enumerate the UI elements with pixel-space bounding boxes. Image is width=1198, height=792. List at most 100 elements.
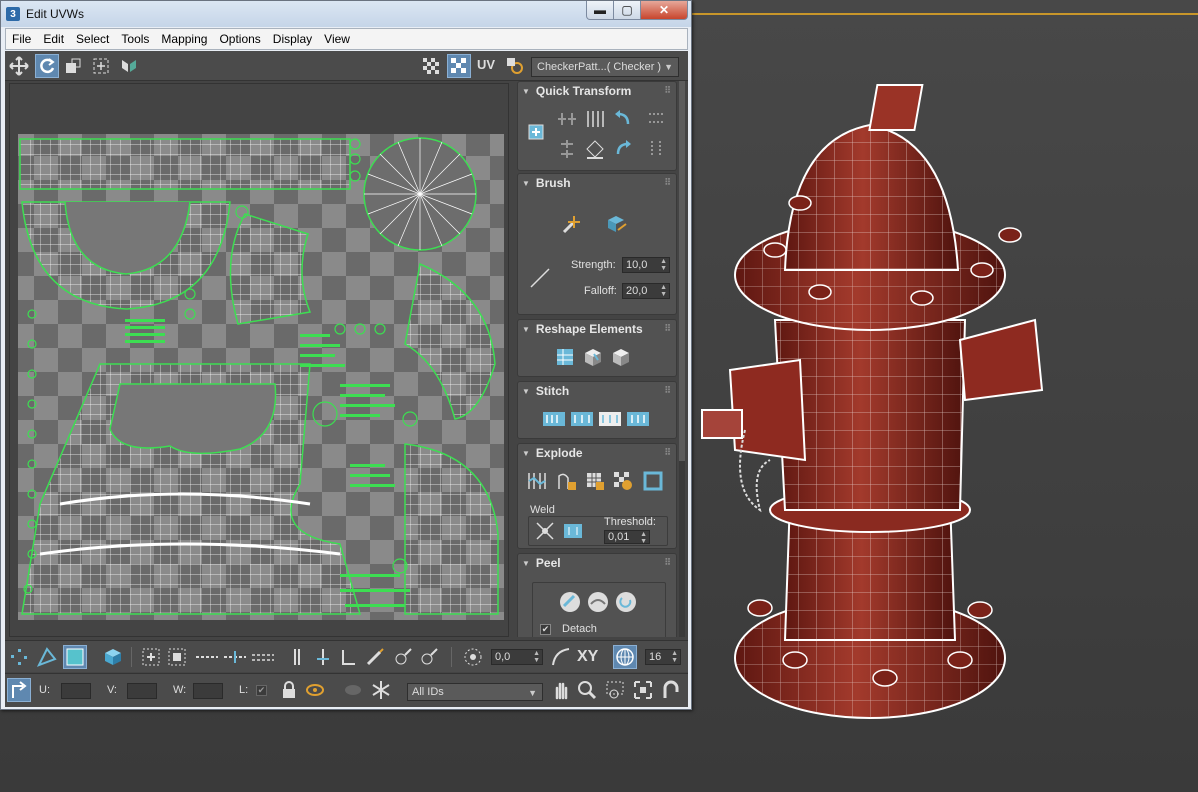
rotate-cw-button[interactable] (612, 138, 634, 160)
edit-uvws-window[interactable]: 3 Edit UVWs ▬ ▢ ✕ File Edit Select Tools… (0, 0, 692, 710)
stitch-average-button[interactable] (570, 408, 593, 430)
lock-selection-button[interactable] (277, 678, 301, 702)
paint-move-button[interactable] (560, 212, 582, 234)
weld-selected-button[interactable] (534, 520, 556, 542)
close-button[interactable]: ✕ (640, 1, 688, 20)
align-pivot-button[interactable] (526, 122, 548, 144)
falloff-curve-button[interactable] (549, 645, 573, 669)
zoom-button[interactable] (575, 678, 599, 702)
rollout-peel-header[interactable]: ▼ Peel ⠿ (518, 554, 676, 572)
scale-tool-button[interactable] (61, 54, 85, 78)
quick-peel-button[interactable] (558, 590, 580, 612)
scrollbar-thumb[interactable] (679, 81, 685, 461)
soft-selection-spinner[interactable]: 0,0 ▲ ▼ (491, 649, 543, 665)
align-horizontal-button[interactable] (556, 108, 578, 130)
edge-mode-button[interactable] (35, 645, 59, 669)
menu-view[interactable]: View (318, 32, 356, 46)
menu-display[interactable]: Display (267, 32, 318, 46)
align-vertical-button[interactable] (556, 138, 578, 160)
break-button[interactable] (526, 470, 548, 492)
shrink-selection-button[interactable] (165, 645, 189, 669)
checker-pattern-button[interactable] (419, 54, 443, 78)
zoom-extents-button[interactable] (631, 678, 655, 702)
rollout-quick-transform-header[interactable]: ▼ Quick Transform ⠿ (518, 82, 676, 100)
threshold-spinner[interactable]: 0,01 ▲ ▼ (604, 530, 650, 545)
shrink-ring-button[interactable] (337, 645, 361, 669)
rotate-ccw-button[interactable] (612, 108, 634, 130)
absolute-offset-toggle[interactable] (7, 678, 31, 702)
freeze-button[interactable] (369, 678, 393, 702)
relax-settings-button[interactable] (610, 346, 632, 368)
flatten-by-smoothing-button[interactable] (612, 470, 634, 492)
stitch-source-button[interactable] (598, 408, 621, 430)
show-map-button[interactable] (447, 54, 471, 78)
menu-edit[interactable]: Edit (37, 32, 70, 46)
detach-edge-button[interactable] (556, 470, 578, 492)
freeform-tool-button[interactable] (89, 54, 113, 78)
vertex-mode-button[interactable] (7, 645, 31, 669)
panel-scrollbar[interactable] (679, 81, 685, 637)
uv-label[interactable]: UV (477, 57, 495, 72)
texture-settings-button[interactable] (503, 54, 527, 78)
shrink-loop-button[interactable] (251, 645, 275, 669)
falloff-spinner[interactable]: 20,0 ▲ ▼ (622, 283, 670, 299)
detach-checkbox[interactable]: ✔ (540, 624, 551, 635)
paint-grow-button[interactable] (391, 645, 415, 669)
xy-space-button[interactable]: XY (577, 648, 598, 666)
zoom-region-button[interactable] (603, 678, 627, 702)
mirror-tool-button[interactable] (117, 54, 141, 78)
w-field[interactable] (193, 683, 223, 699)
grid-subdivision-spinner[interactable]: 16 ▲ ▼ (645, 649, 681, 665)
unhide-button[interactable] (341, 678, 365, 702)
menu-options[interactable]: Options (213, 32, 266, 46)
element-mode-button[interactable] (101, 645, 125, 669)
snap-button[interactable] (659, 678, 683, 702)
window-titlebar[interactable]: 3 Edit UVWs ▬ ▢ ✕ (1, 1, 691, 27)
grow-ring-button[interactable] (311, 645, 335, 669)
maximize-button[interactable]: ▢ (613, 1, 641, 20)
rollout-reshape-header[interactable]: ▼ Reshape Elements ⠿ (518, 320, 676, 338)
reset-peel-button[interactable] (614, 590, 636, 612)
texture-dropdown[interactable]: CheckerPatt...( Checker ) ▼ (531, 57, 679, 77)
hide-button[interactable] (303, 678, 327, 702)
grow-selection-button[interactable] (139, 645, 163, 669)
straighten-button[interactable] (646, 108, 668, 130)
limit-selection-button[interactable] (613, 645, 637, 669)
u-field[interactable] (61, 683, 91, 699)
ring-select-button[interactable] (285, 645, 309, 669)
flatten-by-material-button[interactable] (642, 470, 664, 492)
v-field[interactable] (127, 683, 157, 699)
weld-all-button[interactable] (562, 520, 584, 542)
uv-editor-canvas[interactable] (9, 83, 509, 637)
polygon-mode-button[interactable] (63, 645, 87, 669)
rotate-tool-button[interactable] (35, 54, 59, 78)
minimize-button[interactable]: ▬ (586, 1, 614, 20)
material-id-dropdown[interactable]: All IDs ▼ (407, 683, 543, 701)
rollout-explode-header[interactable]: ▼ Explode ⠿ (518, 444, 676, 462)
stitch-custom-button[interactable] (626, 408, 649, 430)
relax-button[interactable] (582, 346, 604, 368)
menu-file[interactable]: File (6, 32, 37, 46)
straighten-selection-button[interactable] (554, 346, 576, 368)
menu-mapping[interactable]: Mapping (155, 32, 213, 46)
move-tool-button[interactable] (7, 54, 31, 78)
peel-mode-button[interactable] (586, 590, 608, 612)
soft-selection-button[interactable] (461, 645, 485, 669)
stitch-to-target-button[interactable] (542, 408, 565, 430)
pan-button[interactable] (549, 678, 573, 702)
menu-select[interactable]: Select (70, 32, 115, 46)
brush-size-button[interactable] (528, 266, 550, 288)
rollout-stitch-header[interactable]: ▼ Stitch ⠿ (518, 382, 676, 400)
menu-tools[interactable]: Tools (115, 32, 155, 46)
flatten-button[interactable] (584, 470, 606, 492)
relax-brush-button[interactable] (604, 212, 627, 234)
strength-spinner[interactable]: 10,0 ▲ ▼ (622, 257, 670, 273)
paint-select-button[interactable] (363, 645, 387, 669)
loop-select-button[interactable] (195, 645, 219, 669)
space-horizontal-button[interactable] (584, 108, 606, 130)
rollout-brush-header[interactable]: ▼ Brush ⠿ (518, 174, 676, 192)
space-vertical-button[interactable] (646, 138, 668, 160)
lock-checkbox[interactable]: ✔ (256, 685, 267, 696)
align-to-edge-button[interactable] (584, 138, 606, 160)
paint-shrink-button[interactable] (417, 645, 441, 669)
